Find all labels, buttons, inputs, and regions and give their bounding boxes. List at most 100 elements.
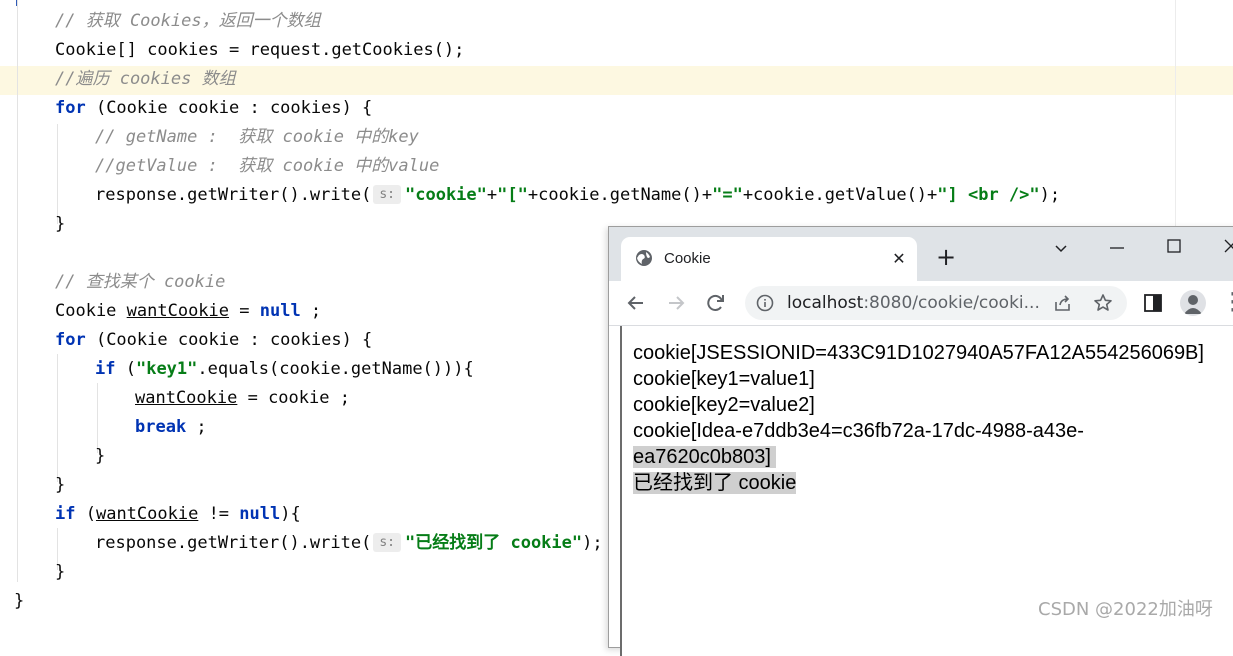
code-token: ;	[186, 417, 207, 437]
output-line: cookie[JSESSIONID=433C91D1027940A57FA12A…	[633, 340, 1204, 366]
code-token: null	[239, 504, 281, 524]
selected-text: 已经找到了 cookie	[633, 472, 797, 494]
code-line: Cookie wantCookie = null ;	[55, 297, 321, 326]
url-text: localhost:8080/cookie/cooki...	[787, 286, 1040, 320]
code-token: ){	[280, 504, 301, 524]
code-line: if (wantCookie != null){	[55, 500, 301, 529]
output-text: cookie[JSESSIONID=433C91D1027940A57FA12A…	[633, 342, 1204, 364]
code-token: }	[95, 446, 106, 466]
tab-cookie[interactable]: Cookie ✕	[621, 237, 917, 281]
url-host: localhost	[787, 293, 864, 313]
code-token: //遍历 cookies 数组	[55, 69, 236, 89]
back-icon[interactable]	[622, 289, 650, 317]
output-text: cookie[Idea-e7ddb3e4=c36fb72a-17dc-4988-…	[633, 420, 1084, 442]
code-token: // getName : 获取 cookie 中的key	[95, 127, 419, 147]
code-line: }	[55, 210, 65, 239]
close-window-icon[interactable]	[1219, 236, 1233, 256]
code-token: for	[55, 98, 86, 118]
code-line: for (Cookie cookie : cookies) {	[55, 326, 372, 355]
more-menu-icon[interactable]: ···	[1229, 286, 1233, 320]
code-token: wantCookie	[126, 301, 230, 321]
code-token: // 查找某个 cookie	[55, 272, 226, 292]
code-token: }	[55, 562, 66, 582]
code-token: }	[55, 475, 66, 495]
code-line: // 查找某个 cookie	[55, 268, 225, 297]
tab-title: Cookie	[664, 250, 711, 267]
output-text: cookie[key2=value2]	[633, 394, 815, 416]
code-line: response.getWriter().write(s: "已经找到了 cook…	[95, 529, 603, 558]
code-token: wantCookie	[135, 388, 238, 408]
code-token: (	[75, 504, 96, 524]
bookmark-star-icon[interactable]	[1093, 293, 1113, 313]
code-token: break	[135, 417, 187, 437]
code-line: }	[95, 442, 105, 471]
code-token: +	[486, 185, 498, 205]
code-line: //getValue : 获取 cookie 中的value	[95, 152, 439, 181]
code-token: "key1"	[135, 359, 198, 379]
output-text: cookie[key1=value1]	[633, 368, 815, 390]
code-line: response.getWriter().write(s: "cookie"+"[…	[95, 181, 1060, 210]
code-token: "已经找到了 cookie"	[405, 533, 583, 553]
code-line: // getName : 获取 cookie 中的key	[95, 123, 419, 152]
code-token: (	[115, 359, 136, 379]
browser-window: Cookie ✕ + localhost:8080/cookie/cooki..…	[608, 226, 1233, 656]
code-line: }	[55, 558, 65, 587]
code-token: response.getWriter().write(	[95, 185, 372, 205]
code-token: for	[55, 330, 86, 350]
tab-search-icon[interactable]	[1049, 239, 1073, 259]
output-line: cookie[Idea-e7ddb3e4=c36fb72a-17dc-4988-…	[633, 418, 1084, 444]
maximize-icon[interactable]	[1162, 236, 1186, 256]
indent-guide	[57, 354, 58, 482]
close-tab-icon[interactable]: ✕	[889, 249, 909, 269]
indent-guide	[57, 124, 58, 224]
globe-icon	[636, 250, 652, 266]
code-token: Cookie[] cookies = request.getCookies();	[55, 40, 465, 60]
indent-guide	[17, 0, 18, 582]
code-token: if	[95, 359, 116, 379]
code-line: Cookie[] cookies = request.getCookies();	[55, 36, 464, 65]
code-token: +cookie.getValue()+	[742, 185, 938, 205]
code-token: response.getWriter().write(	[95, 533, 372, 553]
output-line: 已经找到了 cookie	[633, 470, 797, 496]
share-icon[interactable]	[1053, 293, 1073, 313]
code-token: if	[55, 504, 76, 524]
address-bar[interactable]: localhost:8080/cookie/cooki...	[745, 286, 1127, 320]
code-token: Cookie	[55, 301, 127, 321]
code-token: "cookie"	[405, 185, 487, 205]
code-token: }	[55, 214, 66, 234]
code-token: ;	[300, 301, 322, 321]
site-info-icon[interactable]	[756, 294, 774, 312]
code-token: }	[14, 591, 25, 611]
code-token: =	[229, 301, 260, 321]
code-token: +cookie.getName()+	[527, 185, 713, 205]
side-panel-icon[interactable]	[1142, 292, 1164, 314]
output-line: cookie[key1=value1]	[633, 366, 815, 392]
code-token: wantCookie	[95, 504, 199, 524]
parameter-hint: s:	[373, 185, 401, 204]
code-line: }	[14, 587, 24, 616]
code-token: );	[582, 533, 603, 553]
selected-text: ea7620c0b803]	[633, 446, 777, 468]
code-token: !=	[198, 504, 240, 524]
output-line: cookie[key2=value2]	[633, 392, 815, 418]
new-tab-icon[interactable]: +	[935, 245, 957, 269]
code-token: null	[259, 301, 301, 321]
tab-strip: Cookie ✕ +	[609, 227, 1233, 281]
code-token: "="	[712, 185, 743, 205]
minimize-icon[interactable]	[1105, 239, 1129, 259]
code-token: //getValue : 获取 cookie 中的value	[95, 156, 440, 176]
code-token: .equals(cookie.getName())){	[197, 359, 474, 379]
forward-icon[interactable]	[662, 289, 690, 317]
code-token: );	[1039, 185, 1061, 205]
code-line: if ("key1".equals(cookie.getName())){	[95, 355, 474, 384]
output-line: ea7620c0b803]	[633, 444, 777, 470]
code-line: // 获取 Cookies，返回一个数组	[55, 7, 321, 36]
code-token: = cookie ;	[237, 388, 350, 408]
code-line: break ;	[135, 413, 207, 442]
url-path: :8080/cookie/cooki...	[863, 293, 1040, 313]
profile-avatar-icon[interactable]	[1180, 290, 1206, 316]
reload-icon[interactable]	[702, 289, 730, 317]
browser-toolbar: localhost:8080/cookie/cooki... ···	[609, 281, 1233, 326]
code-line: for (Cookie cookie : cookies) {	[55, 94, 372, 123]
code-token: (Cookie cookie : cookies) {	[85, 330, 373, 350]
